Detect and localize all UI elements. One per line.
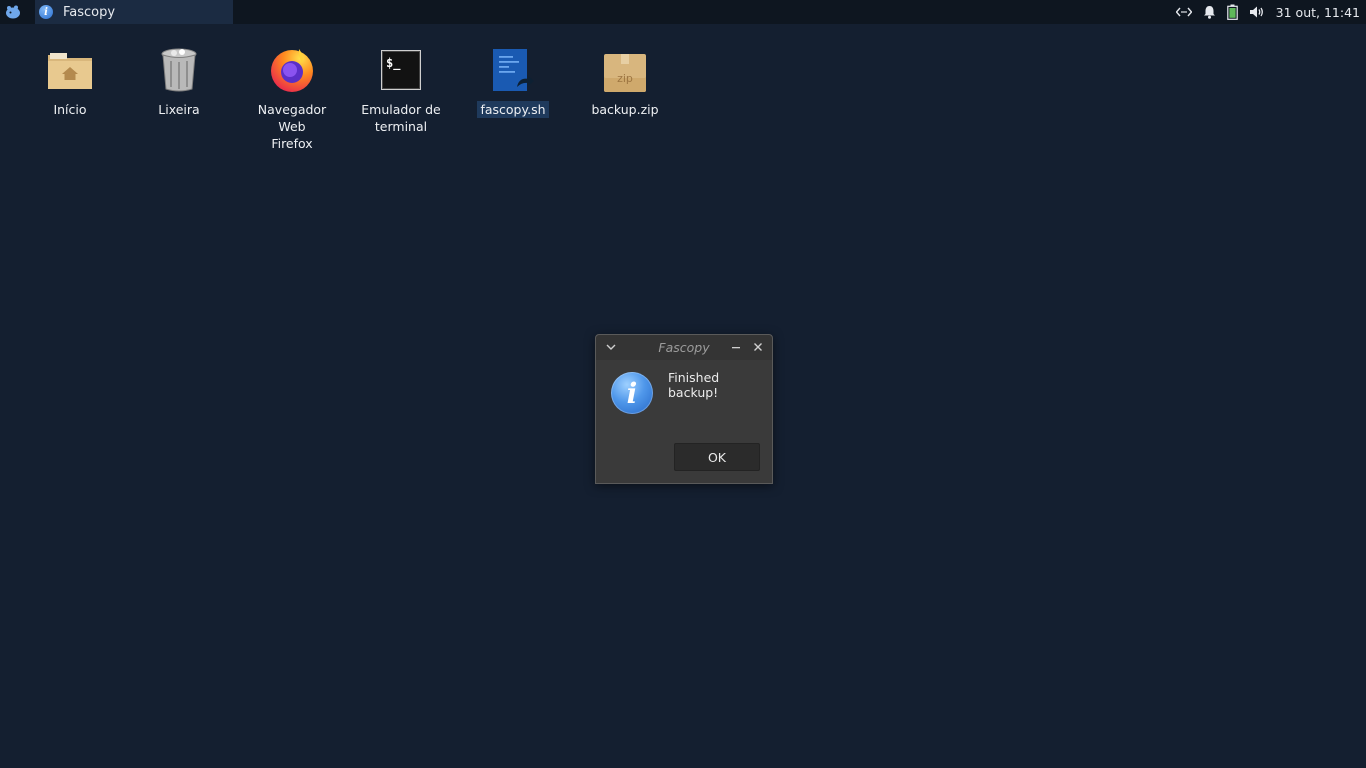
desktop-icon-firefox[interactable]: Navegador Web Firefox — [242, 44, 342, 152]
info-icon: i — [39, 5, 53, 19]
close-button[interactable] — [750, 339, 766, 355]
trash-icon — [153, 44, 205, 96]
firefox-icon — [266, 44, 318, 96]
system-tray: 31 out, 11:41 — [1175, 0, 1366, 24]
xfce-mouse-icon — [6, 5, 20, 19]
desktop-icon-lixeira[interactable]: Lixeira — [129, 44, 229, 118]
info-icon: i — [611, 372, 653, 414]
desktop-icon-inicio[interactable]: Início — [20, 44, 120, 118]
zip-archive-icon: zip — [599, 44, 651, 96]
info-dialog: Fascopy i Finished backup! OK — [595, 334, 773, 484]
desktop-icon-label: backup.zip — [591, 102, 659, 117]
window-menu-button[interactable] — [603, 339, 619, 355]
minimize-button[interactable] — [728, 339, 744, 355]
battery-icon[interactable] — [1226, 4, 1238, 20]
network-icon[interactable] — [1175, 6, 1192, 18]
dialog-titlebar[interactable]: Fascopy — [596, 335, 772, 360]
terminal-prompt-glyph: $_ — [386, 56, 401, 70]
script-file-icon — [487, 44, 539, 96]
taskbar-item-fascopy[interactable]: i Fascopy — [35, 0, 233, 24]
dialog-message: Finished backup! — [668, 370, 720, 400]
desktop-icon-label: fascopy.sh — [477, 101, 549, 118]
taskbar-item-label: Fascopy — [63, 4, 116, 20]
desktop-icon-label: Navegador Web Firefox — [257, 102, 327, 151]
desktop-icon-label: Lixeira — [158, 102, 200, 117]
minimize-icon — [732, 347, 740, 349]
desktop-icon-backup-zip[interactable]: zip backup.zip — [575, 44, 675, 118]
zip-glyph: zip — [617, 72, 633, 85]
chevron-down-icon — [606, 344, 616, 350]
volume-icon[interactable] — [1249, 5, 1265, 19]
home-folder-icon — [44, 44, 96, 96]
desktop-icon-terminal[interactable]: $_ Emulador de terminal — [351, 44, 451, 135]
whisker-menu-button[interactable] — [0, 0, 26, 24]
close-icon — [754, 343, 762, 351]
desktop-icon-label: Início — [53, 102, 87, 117]
desktop-icon-label: Emulador de terminal — [361, 102, 441, 134]
dialog-title: Fascopy — [658, 340, 710, 355]
notification-bell-icon[interactable] — [1203, 5, 1216, 19]
desktop-icon-fascopy-sh[interactable]: fascopy.sh — [463, 44, 563, 118]
terminal-icon: $_ — [375, 44, 427, 96]
clock[interactable]: 31 out, 11:41 — [1276, 5, 1360, 20]
ok-button[interactable]: OK — [674, 443, 760, 471]
top-panel: i Fascopy 31 out, 11:41 — [0, 0, 1366, 24]
